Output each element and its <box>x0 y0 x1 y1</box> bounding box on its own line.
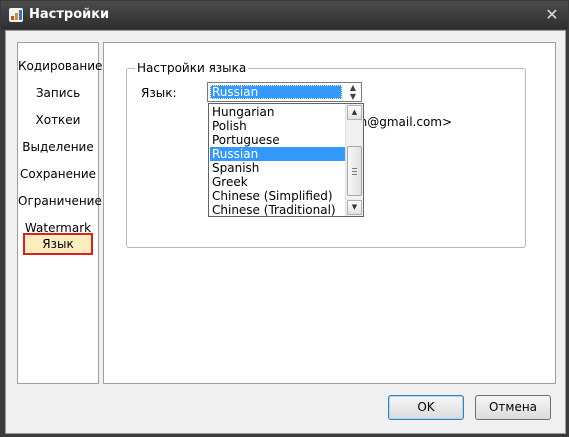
language-option[interactable]: Spanish <box>210 161 346 175</box>
ok-button[interactable]: OK <box>388 395 464 420</box>
language-settings-group: Настройки языка Язык: un@gmail.com> Russ… <box>126 61 526 248</box>
spin-arrows-icon[interactable]: ▲ ▼ <box>345 83 361 101</box>
language-label: Язык: <box>141 86 177 100</box>
scrollbar-thumb[interactable] <box>347 146 362 196</box>
close-icon[interactable]: ✕ <box>542 5 562 25</box>
sidebar-item-encoding[interactable]: Кодирование <box>18 56 102 76</box>
sidebar-item-language[interactable]: Язык <box>23 233 93 255</box>
settings-sidebar: Кодирование Запись Хоткеи Выделение Сохр… <box>17 42 102 384</box>
language-option[interactable]: Chinese (Traditional) <box>210 203 346 217</box>
language-option[interactable]: Chinese (Simplified) <box>210 189 346 203</box>
sidebar-item-recording[interactable]: Запись <box>18 83 98 103</box>
language-select-value: Russian <box>210 85 342 99</box>
language-option[interactable]: Portuguese <box>210 133 346 147</box>
language-select[interactable]: Russian ▲ ▼ <box>207 82 362 102</box>
partial-email-text: un@gmail.com> <box>352 115 453 129</box>
language-option[interactable]: Hungarian <box>210 105 346 119</box>
window-title: Настройки <box>29 7 110 22</box>
title-bar[interactable]: Настройки ✕ <box>1 1 568 29</box>
sidebar-item-limit[interactable]: Ограничение <box>18 191 102 211</box>
scroll-down-icon[interactable]: ▼ <box>347 200 362 215</box>
group-legend: Настройки языка <box>135 61 249 75</box>
language-option-selected[interactable]: Russian <box>210 147 346 161</box>
language-option[interactable]: Greek <box>210 175 346 189</box>
scroll-up-icon[interactable]: ▲ <box>347 105 362 120</box>
app-icon <box>9 8 23 22</box>
dropdown-scrollbar[interactable]: ▲ ▼ <box>345 104 363 216</box>
sidebar-item-hotkeys[interactable]: Хоткеи <box>18 110 98 130</box>
language-dropdown-list[interactable]: Hungarian Polish Portuguese Russian Span… <box>208 103 364 217</box>
settings-dialog: Настройки ✕ Кодирование Запись Хоткеи Вы… <box>0 0 569 437</box>
sidebar-item-selection[interactable]: Выделение <box>18 137 98 157</box>
language-option[interactable]: Polish <box>210 119 346 133</box>
settings-content-panel: Настройки языка Язык: un@gmail.com> Russ… <box>103 42 556 384</box>
cancel-button[interactable]: Отмена <box>475 395 551 420</box>
sidebar-item-saving[interactable]: Сохранение <box>18 164 98 184</box>
dialog-client-area: Кодирование Запись Хоткеи Выделение Сохр… <box>5 30 566 434</box>
